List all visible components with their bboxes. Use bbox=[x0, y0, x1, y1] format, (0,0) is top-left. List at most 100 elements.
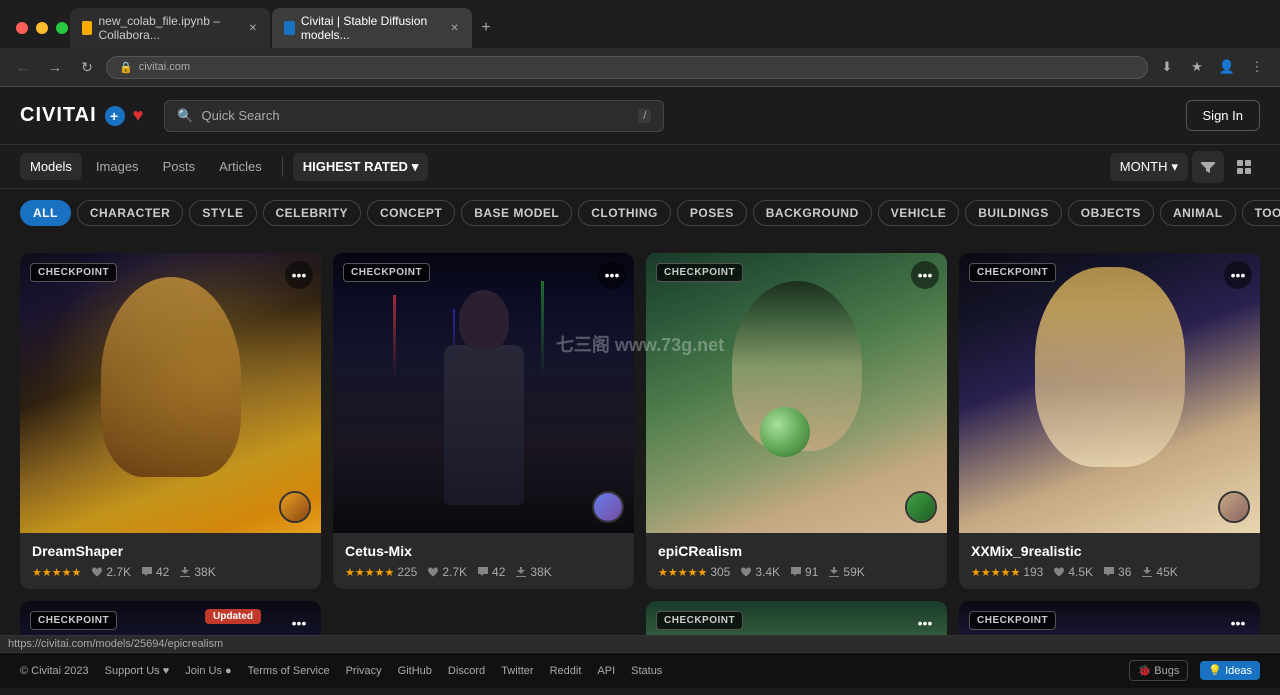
back-button[interactable]: ← bbox=[10, 54, 36, 80]
cat-background[interactable]: BACKGROUND bbox=[753, 200, 872, 226]
month-button[interactable]: MONTH ▾ bbox=[1110, 153, 1188, 181]
card-name-xxmix: XXMix_9realistic bbox=[971, 543, 1248, 559]
bugs-button[interactable]: 🐞 Bugs bbox=[1129, 660, 1189, 681]
card-likes-xxmix: 4.5K bbox=[1053, 565, 1093, 579]
footer-twitter[interactable]: Twitter bbox=[501, 665, 533, 677]
tab-colab[interactable]: new_colab_file.ipynb – Collabora... ✕ bbox=[70, 8, 270, 48]
card-menu-row2-3[interactable]: ••• bbox=[1224, 609, 1252, 637]
browser-tabs: new_colab_file.ipynb – Collabora... ✕ Ci… bbox=[0, 0, 1280, 48]
card-likes-cetusmix: 2.7K bbox=[427, 565, 467, 579]
cat-concept[interactable]: CONCEPT bbox=[367, 200, 455, 226]
card-badge-row2-3: CHECKPOINT bbox=[969, 611, 1056, 630]
address-bar[interactable]: 🔒 civitai.com bbox=[106, 56, 1148, 79]
card-downloads-epicrealism: 59K bbox=[828, 565, 864, 579]
reload-button[interactable]: ↻ bbox=[74, 54, 100, 80]
card-menu-row2-1[interactable]: ••• bbox=[285, 609, 313, 637]
tab-civitai[interactable]: Civitai | Stable Diffusion models... ✕ bbox=[272, 8, 472, 48]
model-card-dreamshaper[interactable]: CHECKPOINT ••• DreamShaper ★★★★★ 2 bbox=[20, 253, 321, 589]
card-menu-xxmix[interactable]: ••• bbox=[1224, 261, 1252, 289]
cat-clothing[interactable]: CLOTHING bbox=[578, 200, 671, 226]
model-card-xxmix[interactable]: CHECKPOINT ••• XXMix_9realistic ★★★★★ 19… bbox=[959, 253, 1260, 589]
cat-style[interactable]: STYLE bbox=[189, 200, 256, 226]
nav-articles[interactable]: Articles bbox=[209, 153, 272, 180]
cat-buildings[interactable]: BUILDINGS bbox=[965, 200, 1062, 226]
footer-status[interactable]: Status bbox=[631, 665, 662, 677]
card-name-cetusmix: Cetus-Mix bbox=[345, 543, 622, 559]
footer-terms[interactable]: Terms of Service bbox=[248, 665, 330, 677]
status-url-bar: https://civitai.com/models/25694/epicrea… bbox=[0, 635, 1280, 652]
minimize-window-btn[interactable] bbox=[36, 22, 48, 34]
cat-objects[interactable]: OBJECTS bbox=[1068, 200, 1154, 226]
card-info-epicrealism: epiCRealism ★★★★★ 305 3.4K 91 bbox=[646, 533, 947, 589]
sign-in-button[interactable]: Sign In bbox=[1186, 100, 1260, 131]
card-likes-dreamshaper: 2.7K bbox=[91, 565, 131, 579]
model-grid: CHECKPOINT ••• DreamShaper ★★★★★ 2 bbox=[20, 253, 1260, 589]
logo-heart-icon[interactable]: ♥ bbox=[133, 105, 145, 126]
close-window-btn[interactable] bbox=[16, 22, 28, 34]
tab-favicon-civitai bbox=[284, 21, 295, 35]
footer-privacy[interactable]: Privacy bbox=[346, 665, 382, 677]
profile-button[interactable]: 👤 bbox=[1214, 54, 1240, 80]
card-menu-cetusmix[interactable]: ••• bbox=[598, 261, 626, 289]
tab-favicon-colab bbox=[82, 21, 92, 35]
app: CIVITAI + ♥ 🔍 Quick Search / Sign In Mod… bbox=[0, 87, 1280, 695]
cat-celebrity[interactable]: CELEBRITY bbox=[263, 200, 362, 226]
card-info-dreamshaper: DreamShaper ★★★★★ 2.7K 42 bbox=[20, 533, 321, 589]
window-controls bbox=[16, 22, 68, 34]
bookmark-button[interactable]: ★ bbox=[1184, 54, 1210, 80]
logo-plus-button[interactable]: + bbox=[105, 106, 125, 126]
model-card-epicrealism[interactable]: CHECKPOINT ••• epiCRealism ★★★★★ 305 bbox=[646, 253, 947, 589]
more-button[interactable]: ⋮ bbox=[1244, 54, 1270, 80]
footer: © Civitai 2023 Support Us ♥ Join Us ● Te… bbox=[0, 652, 1280, 688]
cat-character[interactable]: CHARACTER bbox=[77, 200, 184, 226]
card-avatar-cetusmix bbox=[592, 491, 624, 523]
browser-chrome: new_colab_file.ipynb – Collabora... ✕ Ci… bbox=[0, 0, 1280, 87]
card-menu-row2-2[interactable]: ••• bbox=[911, 609, 939, 637]
logo[interactable]: CIVITAI + ♥ bbox=[20, 104, 144, 127]
card-downloads-dreamshaper: 38K bbox=[179, 565, 215, 579]
cat-all[interactable]: ALL bbox=[20, 200, 71, 226]
card-name-epicrealism: epiCRealism bbox=[658, 543, 935, 559]
layout-button[interactable] bbox=[1228, 151, 1260, 183]
cat-base-model[interactable]: BASE MODEL bbox=[461, 200, 572, 226]
tab-close-colab[interactable]: ✕ bbox=[248, 21, 258, 35]
highest-rated-label: HIGHEST RATED bbox=[303, 159, 408, 174]
tab-close-civitai[interactable]: ✕ bbox=[449, 21, 460, 35]
tab-label-colab: new_colab_file.ipynb – Collabora... bbox=[98, 14, 237, 42]
model-card-cetusmix[interactable]: CHECKPOINT ••• Cetus-Mix ★★★★★ 225 bbox=[333, 253, 634, 589]
nav-models[interactable]: Models bbox=[20, 153, 82, 180]
new-tab-button[interactable]: + bbox=[474, 16, 498, 40]
cat-tool[interactable]: TOOL bbox=[1242, 200, 1280, 226]
forward-button[interactable]: → bbox=[42, 54, 68, 80]
filter-button[interactable] bbox=[1192, 151, 1224, 183]
card-avatar-epicrealism bbox=[905, 491, 937, 523]
footer-discord[interactable]: Discord bbox=[448, 665, 485, 677]
footer-support-us[interactable]: Support Us ♥ bbox=[105, 665, 170, 677]
cat-vehicle[interactable]: VEHICLE bbox=[878, 200, 960, 226]
extensions-button[interactable]: ⬇ bbox=[1154, 54, 1180, 80]
card-menu-epicrealism[interactable]: ••• bbox=[911, 261, 939, 289]
maximize-window-btn[interactable] bbox=[56, 22, 68, 34]
highest-rated-button[interactable]: HIGHEST RATED ▾ bbox=[293, 153, 429, 181]
cat-animal[interactable]: ANIMAL bbox=[1160, 200, 1236, 226]
card-comments-dreamshaper: 42 bbox=[141, 565, 169, 579]
month-chevron: ▾ bbox=[1171, 159, 1178, 175]
card-badge-row2-1: CHECKPOINT bbox=[30, 611, 117, 630]
tab-label-civitai: Civitai | Stable Diffusion models... bbox=[301, 14, 439, 42]
card-menu-dreamshaper[interactable]: ••• bbox=[285, 261, 313, 289]
card-stats-epicrealism: ★★★★★ 305 3.4K 91 59K bbox=[658, 565, 935, 579]
nav-posts[interactable]: Posts bbox=[153, 153, 206, 180]
ideas-button[interactable]: 💡 Ideas bbox=[1200, 661, 1260, 680]
search-bar[interactable]: 🔍 Quick Search / bbox=[164, 100, 664, 132]
nav-images[interactable]: Images bbox=[86, 153, 149, 180]
content: CHECKPOINT ••• DreamShaper ★★★★★ 2 bbox=[0, 237, 1280, 687]
footer-join-us[interactable]: Join Us ● bbox=[185, 665, 231, 677]
footer-right: 🐞 Bugs 💡 Ideas bbox=[1129, 660, 1261, 681]
footer-github[interactable]: GitHub bbox=[398, 665, 432, 677]
footer-reddit[interactable]: Reddit bbox=[550, 665, 582, 677]
card-comments-cetusmix: 42 bbox=[477, 565, 505, 579]
search-placeholder-text: Quick Search bbox=[202, 108, 280, 123]
footer-api[interactable]: API bbox=[597, 665, 615, 677]
cat-poses[interactable]: POSES bbox=[677, 200, 747, 226]
card-stats-xxmix: ★★★★★ 193 4.5K 36 45K bbox=[971, 565, 1248, 579]
